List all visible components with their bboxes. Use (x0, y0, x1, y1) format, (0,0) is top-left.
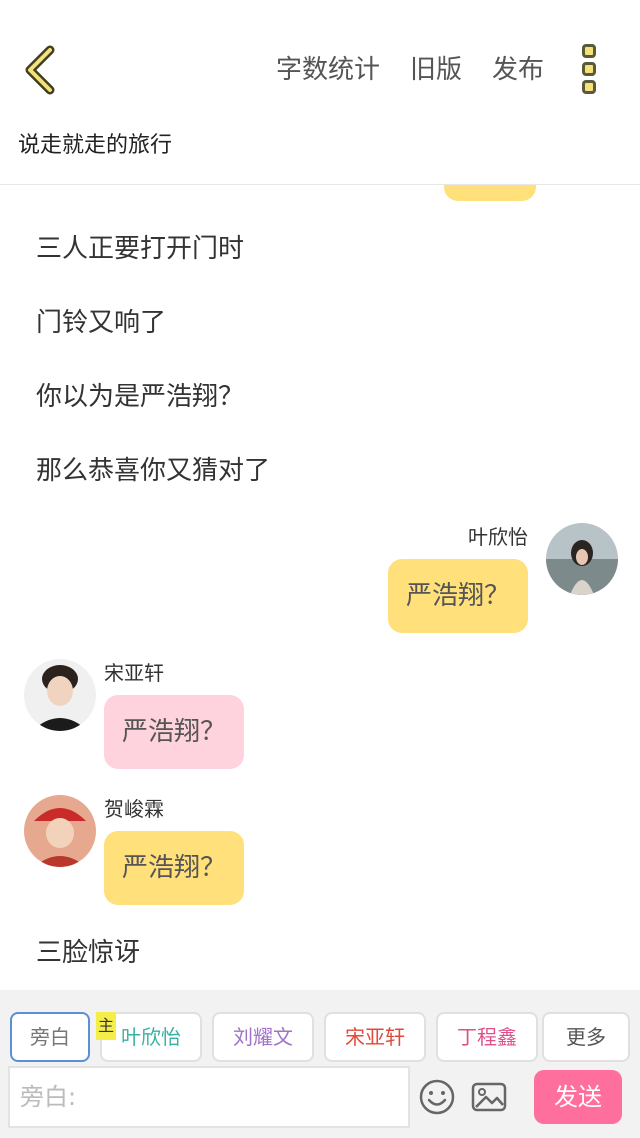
sender-name: 贺峻霖 (104, 797, 164, 821)
image-icon (471, 1082, 507, 1112)
narration-line: 门铃又响了 (36, 308, 167, 338)
word-count-button[interactable]: 字数统计 (276, 50, 380, 90)
sender-name: 宋亚轩 (104, 661, 164, 685)
avatar[interactable] (24, 659, 96, 731)
emoji-icon (419, 1079, 455, 1115)
top-actions: 字数统计 旧版 发布 (276, 50, 544, 90)
sender-name: 叶欣怡 (468, 525, 528, 549)
narration-line: 那么恭喜你又猜对了 (36, 456, 271, 486)
avatar[interactable] (24, 795, 96, 867)
back-arrow-icon (25, 45, 55, 95)
image-button[interactable] (470, 1078, 508, 1116)
narration-line: 你以为是严浩翔？ (36, 382, 245, 412)
role-chip-narrator[interactable]: 旁白 (10, 1012, 90, 1062)
compose-panel: 旁白 叶欣怡 主 刘耀文 宋亚轩 丁程鑫 更多 旁白: 发送 (0, 990, 640, 1138)
narration-line: 三人正要打开门时 (36, 234, 245, 264)
more-vertical-icon (578, 44, 600, 94)
message-bubble[interactable]: 严浩翔？ (104, 831, 245, 905)
back-button[interactable] (18, 44, 64, 96)
avatar[interactable] (546, 523, 618, 595)
message-bubble[interactable]: 严浩翔？ (104, 695, 245, 769)
partial-message-bubble (444, 185, 536, 201)
emoji-button[interactable] (418, 1078, 456, 1116)
old-version-button[interactable]: 旧版 (410, 50, 462, 90)
message-bubble[interactable]: 严浩翔？ (388, 559, 529, 633)
more-menu-button[interactable] (578, 44, 600, 98)
publish-button[interactable]: 发布 (492, 50, 544, 90)
role-chip-ding-chengxin[interactable]: 丁程鑫 (436, 1012, 538, 1062)
send-button[interactable]: 发送 (534, 1070, 622, 1124)
host-badge: 主 (96, 1012, 116, 1040)
message-input[interactable]: 旁白: (8, 1066, 410, 1128)
role-chip-more[interactable]: 更多 (542, 1012, 630, 1062)
role-chip-liu-yaowen[interactable]: 刘耀文 (212, 1012, 314, 1062)
top-bar: 字数统计 旧版 发布 (0, 0, 640, 120)
narration-line: 三脸惊讶 (36, 938, 141, 968)
role-chip-song-yaxuan[interactable]: 宋亚轩 (324, 1012, 426, 1062)
story-title: 说走就走的旅行 (18, 133, 173, 158)
chat-area[interactable]: 三人正要打开门时 门铃又响了 你以为是严浩翔？ 那么恭喜你又猜对了 叶欣怡 严浩… (0, 185, 640, 990)
